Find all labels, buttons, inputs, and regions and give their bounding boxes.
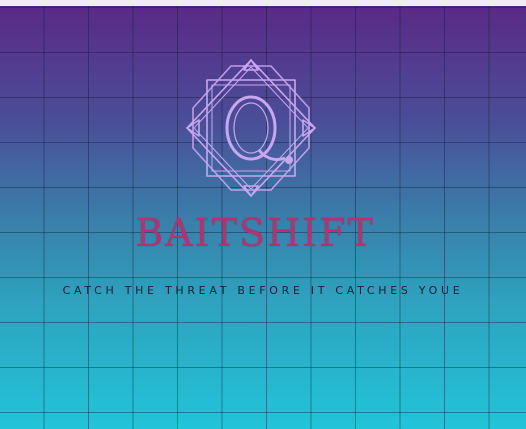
brand-name: BAITSHIFT	[135, 211, 375, 255]
q-monogram-fishhook-emblem-icon	[186, 59, 316, 197]
logo-banner: BAITSHIFT CATCH THE THREAT BEFORE IT CAT…	[0, 6, 526, 429]
tagline: CATCH THE THREAT BEFORE IT CATCHES YOUE	[62, 284, 464, 297]
